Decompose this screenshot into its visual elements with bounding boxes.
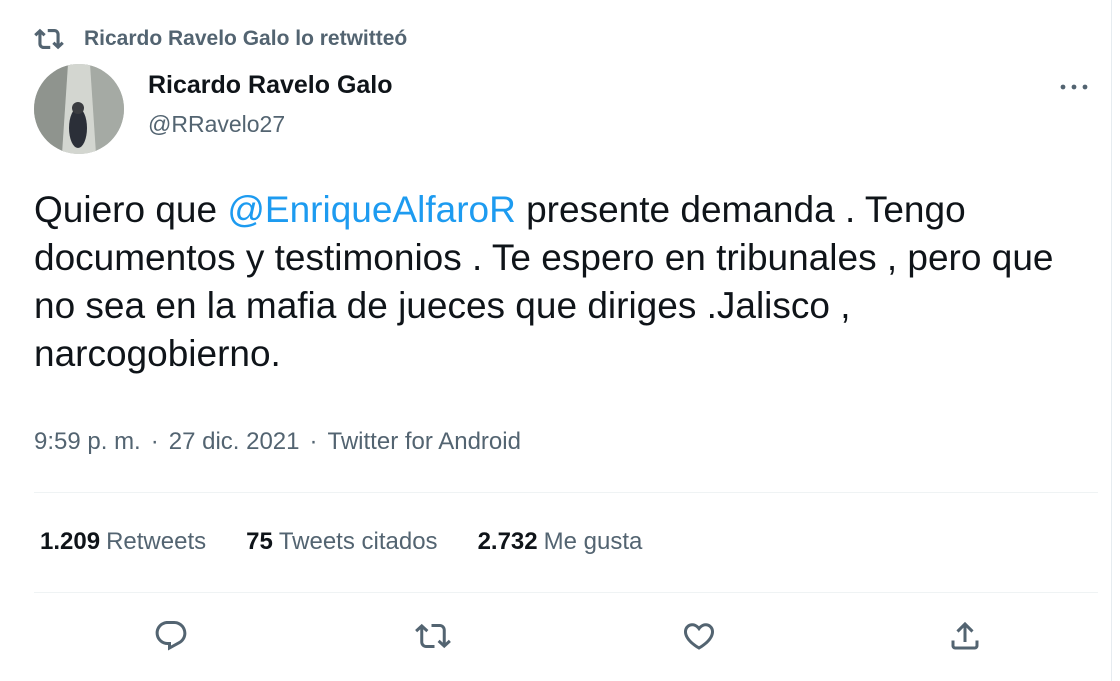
likes-label: Me gusta [543, 528, 643, 555]
avatar-photo [34, 64, 124, 154]
retweet-icon [34, 24, 64, 54]
share-icon [951, 621, 979, 650]
avatar[interactable] [34, 64, 124, 154]
mention-link[interactable]: @EnriqueAlfaroR [227, 189, 515, 230]
like-icon [683, 623, 715, 650]
share-button[interactable] [943, 614, 987, 658]
tweet-stats: 1.209 Retweets 75 Tweets citados 2.732 M… [40, 524, 642, 560]
reply-icon [155, 621, 187, 651]
quotes-label: Tweets citados [278, 528, 438, 555]
retweets-label: Retweets [106, 528, 207, 555]
quotes-count: 75 [246, 528, 273, 555]
retweets-count: 1.209 [40, 528, 101, 555]
likes-stat[interactable]: 2.732 Me gusta [478, 528, 643, 556]
tweet-text: Quiero que @EnriqueAlfaroR presente dema… [34, 186, 1094, 378]
tweet-source[interactable]: Twitter for Android [328, 428, 521, 456]
retweet-context[interactable]: Ricardo Ravelo Galo lo retwitteó [34, 24, 407, 54]
tweet-time[interactable]: 9:59 p. m. [34, 428, 141, 456]
quotes-stat[interactable]: 75 Tweets citados [246, 528, 437, 556]
meta-separator: · [150, 428, 159, 455]
reply-button[interactable] [149, 614, 193, 658]
retweet-context-label: Ricardo Ravelo Galo lo retwitteó [84, 27, 408, 50]
tweet-date[interactable]: 27 dic. 2021 [169, 428, 300, 456]
author-handle[interactable]: @RRavelo27 [148, 111, 285, 138]
retweet-icon [415, 623, 451, 649]
divider [34, 492, 1098, 493]
likes-count: 2.732 [477, 528, 538, 555]
more-dots-icon [1060, 84, 1088, 90]
meta-separator: · [309, 428, 318, 455]
like-button[interactable] [677, 614, 721, 658]
more-button[interactable] [1054, 72, 1094, 102]
divider [34, 592, 1098, 593]
retweets-stat[interactable]: 1.209 Retweets [40, 528, 206, 556]
retweet-button[interactable] [411, 614, 455, 658]
author-name[interactable]: Ricardo Ravelo Galo [148, 71, 393, 100]
tweet-text-before: Quiero que [34, 189, 228, 230]
tweet-meta: 9:59 p. m. · 27 dic. 2021 · Twitter for … [34, 424, 521, 460]
